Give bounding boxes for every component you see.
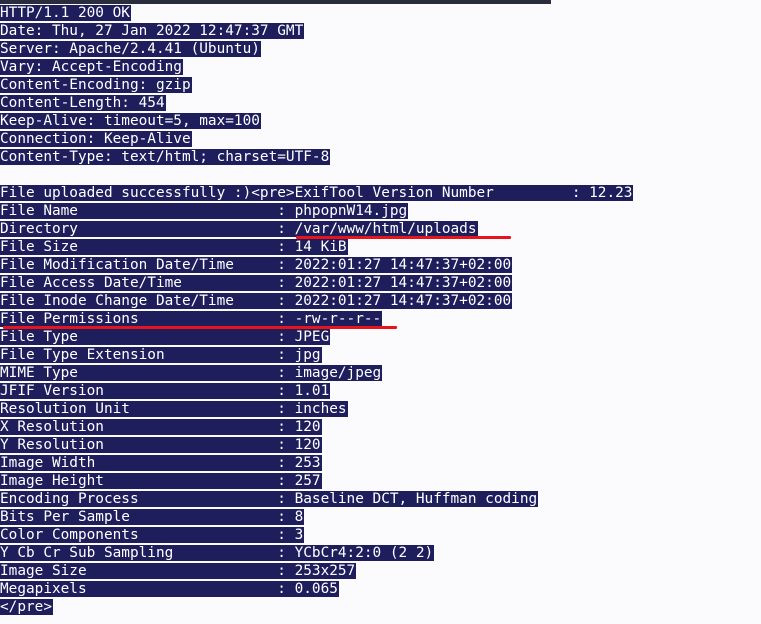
content-encoding-header: Content-Encoding: gzip xyxy=(0,77,192,93)
exif-row: Encoding Process : Baseline DCT, Huffman… xyxy=(0,491,539,507)
vary-header: Vary: Accept-Encoding xyxy=(0,59,183,75)
exif-row: Megapixels : 0.065 xyxy=(0,581,339,597)
exif-row: Bits Per Sample : 8 xyxy=(0,509,305,525)
exif-row: File Access Date/Time : 2022:01:27 14:47… xyxy=(0,275,513,291)
exif-row: Y Resolution : 120 xyxy=(0,437,322,453)
exif-row: File Name : phpopnW14.jpg xyxy=(0,203,409,219)
exif-row: Y Cb Cr Sub Sampling : YCbCr4:2:0 (2 2) xyxy=(0,545,435,561)
status-line: HTTP/1.1 200 OK xyxy=(0,5,131,21)
upload-success-line: File uploaded successfully :)<pre>ExifTo… xyxy=(0,185,634,201)
exif-row: MIME Type : image/jpeg xyxy=(0,365,383,381)
exif-row: X Resolution : 120 xyxy=(0,419,322,435)
connection-header: Connection: Keep-Alive xyxy=(0,131,192,147)
exif-row: Image Width : 253 xyxy=(0,455,322,471)
exif-row: Resolution Unit : inches xyxy=(0,401,348,417)
http-response-view: HTTP/1.1 200 OK Date: Thu, 27 Jan 2022 1… xyxy=(0,0,761,624)
exif-row: File Inode Change Date/Time : 2022:01:27… xyxy=(0,293,513,309)
exif-row: File Modification Date/Time : 2022:01:27… xyxy=(0,257,513,273)
permissions-red-underline xyxy=(3,326,397,329)
date-header: Date: Thu, 27 Jan 2022 12:47:37 GMT xyxy=(0,23,305,39)
exif-row: File Type : JPEG xyxy=(0,329,331,345)
content-type-header: Content-Type: text/html; charset=UTF-8 xyxy=(0,149,331,165)
exif-row: Color Components : 3 xyxy=(0,527,305,543)
content-length-header: Content-Length: 454 xyxy=(0,95,166,111)
exif-row: File Type Extension : jpg xyxy=(0,347,322,363)
exif-row: File Size : 14 KiB xyxy=(0,239,348,255)
exif-row: JFIF Version : 1.01 xyxy=(0,383,331,399)
exif-row: Image Size : 253x257 xyxy=(0,563,357,579)
pre-closing-tag: </pre> xyxy=(0,599,53,615)
server-header: Server: Apache/2.4.41 (Ubuntu) xyxy=(0,41,261,57)
keep-alive-header: Keep-Alive: timeout=5, max=100 xyxy=(0,113,261,129)
exif-row: Image Height : 257 xyxy=(0,473,322,489)
response-text: HTTP/1.1 200 OK Date: Thu, 27 Jan 2022 1… xyxy=(0,4,761,616)
directory-red-underline xyxy=(296,236,511,239)
